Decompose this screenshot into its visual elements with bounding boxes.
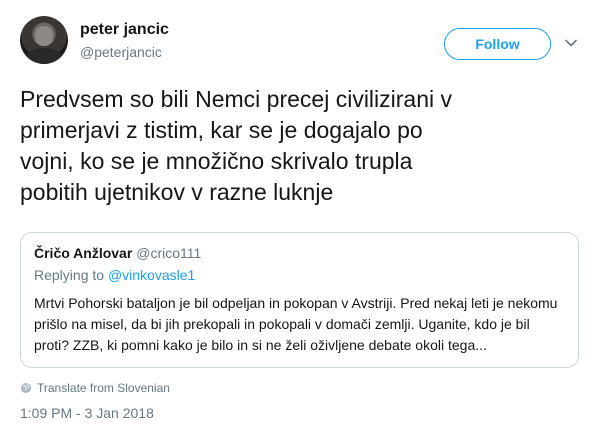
replying-to-handle[interactable]: @vinkovasle1 [108, 267, 195, 283]
quoted-tweet[interactable]: Čričo Anžlovar @crico111 Replying to @vin… [20, 232, 579, 368]
avatar-face [35, 26, 53, 46]
quoted-author-name: Čričo Anžlovar [34, 245, 133, 261]
avatar-shoulders [26, 48, 62, 64]
tweet-text: Predvsem so bili Nemci precej civilizira… [20, 84, 585, 208]
replying-to: Replying to @vinkovasle1 [34, 267, 195, 283]
tweet-text-line: vojni, ko se je množično skrivalo trupla [20, 148, 413, 174]
avatar[interactable] [20, 16, 68, 64]
quoted-text-line: Mrtvi Pohorski bataljon je bil odpeljan … [34, 295, 558, 311]
timestamp[interactable]: 1:09 PM - 3 Jan 2018 [20, 405, 154, 421]
quoted-text-line: prišlo na misel, da bi jih prekopali in … [34, 316, 530, 332]
quoted-author: Čričo Anžlovar @crico111 [34, 245, 201, 261]
tweet-text-line: Predvsem so bili Nemci precej civilizira… [20, 86, 453, 112]
globe-icon [21, 383, 31, 393]
translate-label[interactable]: Translate from Slovenian [37, 381, 170, 395]
tweet-text-line: primerjavi z tistim, kar se je dogajalo … [20, 117, 423, 143]
translate-link[interactable]: Translate from Slovenian [20, 381, 170, 395]
quoted-text: Mrtvi Pohorski bataljon je bil odpeljan … [34, 293, 564, 356]
author-handle[interactable]: @peterjancic [80, 44, 162, 60]
replying-to-label: Replying to [34, 267, 105, 283]
quoted-text-line: proti? ZZB, ki pomni kako je bilo in si … [34, 337, 487, 353]
chevron-down-icon[interactable] [564, 36, 578, 50]
tweet-text-line: pobitih ujetnikov v razne luknje [20, 179, 334, 205]
follow-button[interactable]: Follow [444, 28, 551, 60]
author-name[interactable]: peter jancic [80, 21, 169, 39]
quoted-author-handle: @crico111 [136, 245, 202, 261]
